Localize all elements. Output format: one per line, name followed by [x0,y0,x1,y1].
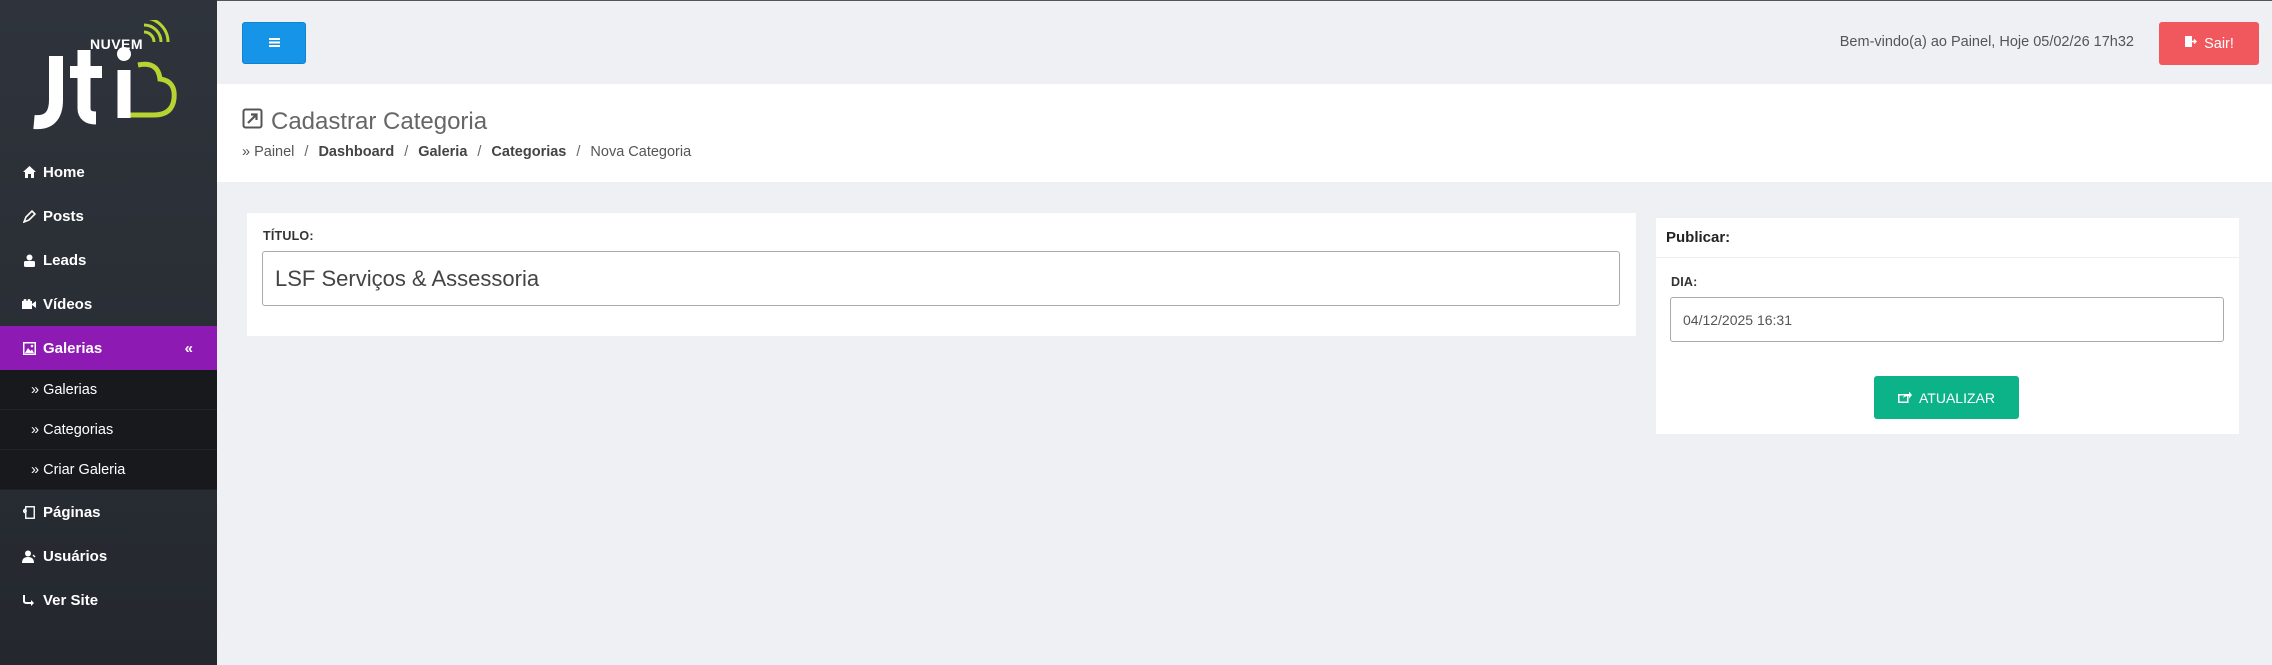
welcome-text: Bem-vindo(a) ao Painel, Hoje 05/02/26 17… [1839,34,2134,50]
update-label: ATUALIZAR [1919,389,1995,406]
sidebar-item-ver-site[interactable]: Ver Site [0,578,217,622]
video-icon [22,297,36,311]
sidebar-item-posts[interactable]: Posts [0,194,217,238]
menu-toggle-button[interactable] [242,22,306,64]
submenu-item-criar-galeria[interactable]: » Criar Galeria [0,450,217,490]
sidebar-item-paginas[interactable]: Páginas [0,490,217,534]
sidebar: NUVEM Home Posts Leads Vídeos Galerias «… [0,0,217,665]
page-header: Cadastrar Categoria » Painel / Dashboard… [217,84,2272,182]
page-title-text: Cadastrar Categoria [271,108,488,135]
sidebar-item-usuarios[interactable]: Usuários [0,534,217,578]
home-icon [22,165,36,179]
page-icon [22,505,36,519]
sidebar-item-label: Leads [43,251,87,269]
publish-heading: Publicar: [1656,218,2239,258]
galerias-submenu: » Galerias » Categorias » Criar Galeria [0,370,217,490]
topbar: Bem-vindo(a) ao Painel, Hoje 05/02/26 17… [217,0,2272,84]
breadcrumb-current: Nova Categoria [590,144,692,160]
pen-icon [22,209,36,223]
sidebar-item-label: Ver Site [43,591,99,609]
breadcrumb: » Painel / Dashboard / Galeria / Categor… [242,144,691,160]
jti-logo[interactable]: NUVEM [26,16,190,132]
breadcrumb-separator: / [404,144,409,160]
collapse-chevron-icon[interactable]: « [185,340,193,357]
sidebar-item-galerias[interactable]: Galerias « [0,326,217,370]
sidebar-item-label: Páginas [43,503,101,521]
users-icon [22,549,36,563]
breadcrumb-link-galeria[interactable]: Galeria [418,144,467,160]
sidebar-item-label: Vídeos [43,295,93,313]
image-icon [22,341,36,355]
share-square-icon [1898,390,1912,406]
logout-button[interactable]: Sair! [2159,22,2259,65]
submenu-item-galerias[interactable]: » Galerias [0,370,217,410]
page-title: Cadastrar Categoria [242,108,487,136]
logout-icon [2184,35,2198,52]
user-icon [22,253,36,267]
publish-card: Publicar: DIA: ATUALIZAR [1656,218,2239,434]
sidebar-item-leads[interactable]: Leads [0,238,217,282]
sidebar-item-label: Home [43,163,85,181]
title-input[interactable] [262,251,1620,306]
hamburger-icon [268,34,280,52]
breadcrumb-separator: / [477,144,482,160]
breadcrumb-separator: / [576,144,581,160]
date-input[interactable] [1670,297,2224,342]
sidebar-item-label: Usuários [43,547,108,565]
sidebar-item-label: Galerias [43,339,103,357]
update-button[interactable]: ATUALIZAR [1874,376,2019,419]
breadcrumb-link-dashboard[interactable]: Dashboard [318,144,394,160]
logout-label: Sair! [2204,35,2234,52]
sidebar-nav: Home Posts Leads Vídeos Galerias « » Gal… [0,150,217,622]
breadcrumb-link-categorias[interactable]: Categorias [491,144,566,160]
title-card: TÍTULO: [247,213,1636,336]
sidebar-item-label: Posts [43,207,84,225]
sidebar-item-home[interactable]: Home [0,150,217,194]
breadcrumb-prefix[interactable]: » Painel [242,144,294,160]
submenu-item-categorias[interactable]: » Categorias [0,410,217,450]
breadcrumb-separator: / [304,144,309,160]
title-label: TÍTULO: [263,229,314,243]
logo-sub-text: NUVEM [90,36,144,52]
share-icon [22,593,36,607]
sidebar-item-videos[interactable]: Vídeos [0,282,217,326]
dia-label: DIA: [1671,275,1698,289]
external-link-icon [242,108,263,136]
